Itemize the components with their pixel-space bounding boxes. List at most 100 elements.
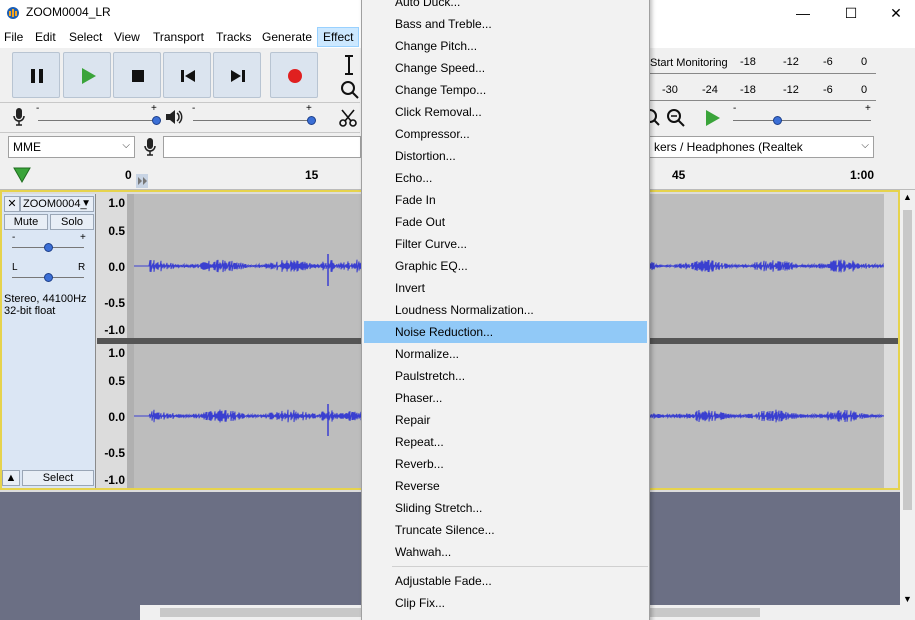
recording-device-combo[interactable] xyxy=(163,136,361,158)
gain-slider[interactable] xyxy=(44,243,53,252)
menu-effect[interactable]: Effect xyxy=(317,27,360,47)
effect-menu-item[interactable]: Compressor... xyxy=(364,123,647,145)
effect-menu-item[interactable]: Repair xyxy=(364,409,647,431)
effect-menu-item[interactable]: Invert xyxy=(364,277,647,299)
effect-menu-item[interactable]: Paulstretch... xyxy=(364,365,647,387)
zoom-fit-icon[interactable] xyxy=(666,108,686,128)
effect-menu-item[interactable]: Repeat... xyxy=(364,431,647,453)
playback-device-combo[interactable]: kers / Headphones (Realtek ⌵ xyxy=(650,136,874,158)
menu-edit[interactable]: Edit xyxy=(35,30,56,44)
effect-menu-item[interactable]: Change Speed... xyxy=(364,57,647,79)
play-head-icon[interactable] xyxy=(136,174,148,188)
maximize-button[interactable]: ☐ xyxy=(828,0,874,26)
pan-left-label: L xyxy=(12,262,18,273)
track-info-format: 32-bit float xyxy=(4,305,56,317)
effect-menu-item[interactable]: Change Tempo... xyxy=(364,79,647,101)
gain-minus-label: - xyxy=(12,232,16,243)
zoom-tool-icon[interactable] xyxy=(340,80,360,100)
window-title: ZOOM0004_LR xyxy=(26,5,111,19)
pause-button[interactable] xyxy=(12,52,60,98)
effect-menu-item[interactable]: Distortion... xyxy=(364,145,647,167)
track-control-panel: ✕ ZOOM0004_ ▼ Mute Solo - + L R Stereo, … xyxy=(2,194,96,488)
effect-menu-item[interactable]: Reverse xyxy=(364,475,647,497)
effect-menu-item[interactable]: Clip Fix... xyxy=(364,592,647,614)
menu-transport[interactable]: Transport xyxy=(153,30,204,44)
play-at-speed-icon[interactable] xyxy=(702,108,722,128)
skip-to-start-icon xyxy=(181,70,195,82)
pan-slider[interactable] xyxy=(44,273,53,282)
effect-menu-item[interactable]: Reverb... xyxy=(364,453,647,475)
chevron-down-icon: ▼ xyxy=(81,198,91,209)
effect-menu-item[interactable]: Adjustable Fade... xyxy=(364,570,647,592)
record-button[interactable] xyxy=(270,52,318,98)
scroll-down-icon[interactable]: ▼ xyxy=(903,594,912,604)
effect-menu-item[interactable]: Click Removal... xyxy=(364,101,647,123)
play-button[interactable] xyxy=(63,52,111,98)
playback-volume-slider[interactable] xyxy=(307,116,316,125)
minimize-button[interactable]: — xyxy=(780,0,826,26)
start-monitoring-label[interactable]: Start Monitoring xyxy=(650,57,728,69)
effect-menu-item[interactable]: Auto Duck... xyxy=(364,0,647,13)
menu-select[interactable]: Select xyxy=(69,30,102,44)
microphone-icon xyxy=(13,108,25,126)
effect-menu-item[interactable]: Graphic EQ... xyxy=(364,255,647,277)
solo-button[interactable]: Solo xyxy=(50,214,94,230)
play-speed-plus: + xyxy=(865,103,871,114)
amplitude-scale-left[interactable]: 1.0 0.5 0.0 -0.5 -1.0 xyxy=(97,194,127,338)
effect-menu-item[interactable]: Sliding Stretch... xyxy=(364,497,647,519)
meter-tick: -30 xyxy=(662,84,678,96)
track-name-menu[interactable]: ZOOM0004_ ▼ xyxy=(20,196,94,212)
play-speed-slider[interactable] xyxy=(773,116,782,125)
scroll-up-icon[interactable]: ▲ xyxy=(903,192,912,202)
effect-menu-item[interactable]: Filter Curve... xyxy=(364,233,647,255)
collapse-track-button[interactable]: ▲ xyxy=(2,470,20,486)
scroll-thumb[interactable] xyxy=(903,210,912,510)
menu-generate[interactable]: Generate xyxy=(262,30,312,44)
effect-menu-item[interactable]: Change Pitch... xyxy=(364,35,647,57)
vertical-scrollbar[interactable]: ▲ ▼ xyxy=(900,190,915,620)
timeline-options-icon[interactable] xyxy=(12,166,32,184)
stop-button[interactable] xyxy=(113,52,161,98)
effect-menu-item[interactable]: Fade Out xyxy=(364,211,647,233)
amplitude-scale-right[interactable]: 1.0 0.5 0.0 -0.5 -1.0 xyxy=(97,344,127,488)
selection-tool-icon[interactable] xyxy=(340,54,358,76)
effect-menu-item[interactable]: Fade In xyxy=(364,189,647,211)
effect-menu-item[interactable]: Normalize... xyxy=(364,343,647,365)
menu-view[interactable]: View xyxy=(114,30,140,44)
zoom-toggle-icon[interactable] xyxy=(650,109,660,127)
pan-right-label: R xyxy=(78,262,86,273)
meter-tick: -18 xyxy=(740,56,756,68)
record-volume-slider[interactable] xyxy=(152,116,161,125)
scale-label: 0.0 xyxy=(108,410,125,424)
effect-menu-item[interactable]: Echo... xyxy=(364,167,647,189)
effect-menu-item[interactable]: Wahwah... xyxy=(364,541,647,563)
meter-tick: -18 xyxy=(740,84,756,96)
effect-menu-item[interactable]: Noise Reduction... xyxy=(364,321,647,343)
microphone-icon xyxy=(144,138,156,156)
mute-button[interactable]: Mute xyxy=(4,214,48,230)
menu-tracks[interactable]: Tracks xyxy=(216,30,252,44)
track-info-rate: Stereo, 44100Hz xyxy=(4,293,87,305)
effect-menu-item[interactable]: Loudness Normalization... xyxy=(364,299,647,321)
cut-icon[interactable] xyxy=(338,108,358,128)
skip-to-start-button[interactable] xyxy=(163,52,211,98)
audio-host-combo[interactable]: MME ⌵ xyxy=(8,136,135,158)
menu-file[interactable]: File xyxy=(4,30,23,44)
timeline-label: 45 xyxy=(672,168,686,182)
effect-menu-item[interactable]: Bass and Treble... xyxy=(364,13,647,35)
timeline-label: 1:00 xyxy=(850,168,875,182)
effect-menu-item[interactable]: Truncate Silence... xyxy=(364,519,647,541)
effect-menu-item[interactable]: Phaser... xyxy=(364,387,647,409)
play-speed-track xyxy=(733,120,871,121)
effect-menu-item[interactable]: Crossfade Clips xyxy=(364,614,647,620)
meter-tick: -12 xyxy=(783,56,799,68)
play-icon xyxy=(82,68,96,84)
track-close-button[interactable]: ✕ xyxy=(4,196,20,212)
close-button[interactable]: ✕ xyxy=(873,0,915,26)
skip-to-end-icon xyxy=(231,70,245,82)
select-track-button[interactable]: Select xyxy=(22,470,94,486)
playback-volume-minus: - xyxy=(192,103,196,114)
pause-icon xyxy=(31,69,43,83)
skip-to-end-button[interactable] xyxy=(213,52,261,98)
playback-volume-plus: + xyxy=(306,103,312,114)
